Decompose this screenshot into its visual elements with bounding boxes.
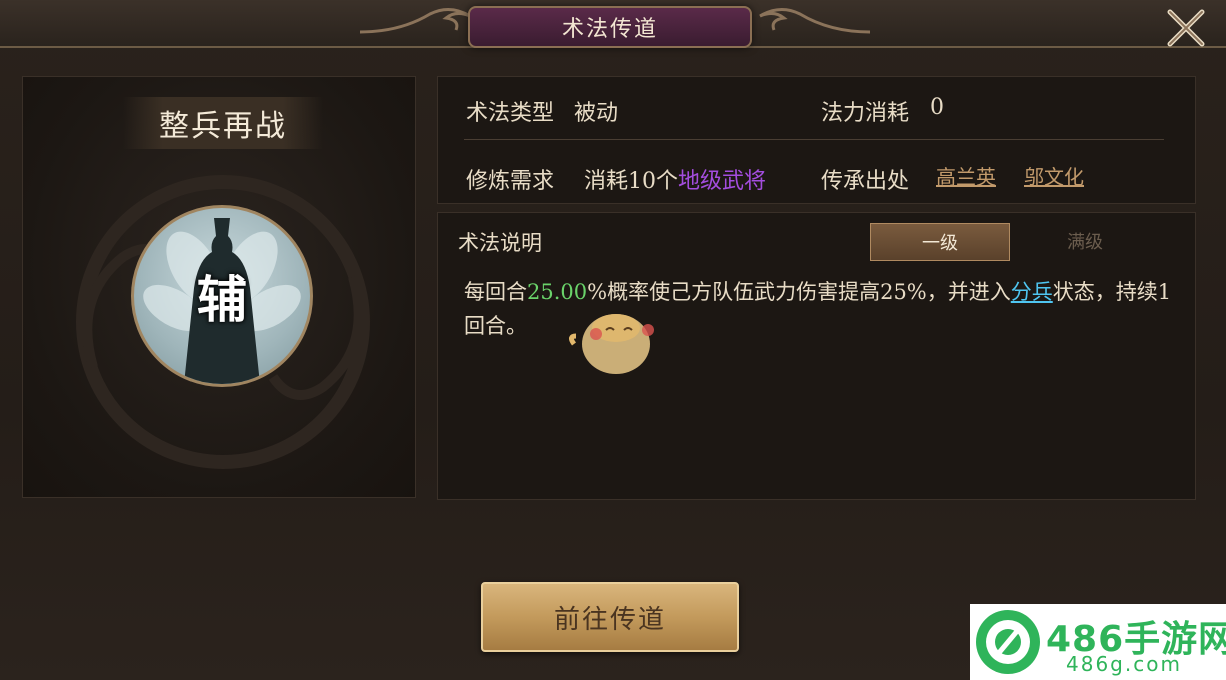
require-prefix: 消耗10个	[584, 169, 678, 194]
skill-type-char: 辅	[197, 270, 247, 329]
source-label: 传承出处	[821, 169, 910, 194]
mana-label: 法力消耗	[821, 101, 910, 126]
go-button-label: 前往传道	[553, 604, 666, 635]
type-value: 被动	[574, 101, 619, 126]
tab-max-level[interactable]: 满级	[1016, 223, 1154, 259]
skill-description-panel: 术法说明 一级 满级 每回合25.00%概率使己方队伍武力伤害提高25%，并进入…	[437, 212, 1196, 500]
ornament-right-icon	[759, 8, 870, 34]
status-link-fenbing[interactable]: 分兵	[1011, 280, 1053, 304]
go-pass-on-button[interactable]: 前往传道	[481, 582, 739, 652]
bird-mascot-icon	[568, 314, 654, 374]
watermark-sub: 486g.com	[1066, 652, 1182, 676]
skill-name: 整兵再战	[159, 109, 287, 144]
require-label: 修炼需求	[466, 169, 555, 194]
ornament-left-icon	[360, 8, 471, 34]
require-highlight: 地级武将	[678, 169, 767, 194]
description-title: 术法说明	[458, 231, 542, 255]
window-title: 术法传道	[561, 17, 658, 42]
divider	[464, 139, 1164, 140]
top-bar: 术法传道	[0, 0, 1226, 48]
close-x-icon	[1167, 9, 1205, 47]
mana-value: 0	[930, 95, 944, 120]
site-watermark: 486手游网 486g.com	[970, 604, 1226, 680]
source-link-wuwenhua[interactable]: 邬文化	[1024, 161, 1084, 190]
type-label: 术法类型	[466, 101, 555, 126]
close-button[interactable]	[1162, 4, 1210, 52]
skill-portrait-panel: 整兵再战 辅	[22, 76, 416, 498]
skill-icon: 辅	[131, 205, 313, 387]
skill-info-panel: 术法类型 被动 法力消耗 0 修炼需求 消耗10个地级武将 传承出处 高兰英 邬…	[437, 76, 1196, 204]
window-frame: 术法传道 整兵再战 辅 术法类型 被动 法力消耗 0 修炼需求 消耗10个地级武…	[0, 0, 1226, 680]
skill-name-plate: 整兵再战	[123, 97, 323, 149]
source-link-gaolanying[interactable]: 高兰英	[936, 161, 996, 190]
desc-part-1: 每回合	[464, 280, 527, 304]
title-plate: 术法传道	[468, 6, 752, 48]
watermark-logo-icon	[976, 610, 1040, 674]
tab-level-1[interactable]: 一级	[870, 223, 1010, 261]
require-value: 消耗10个地级武将	[584, 163, 766, 195]
